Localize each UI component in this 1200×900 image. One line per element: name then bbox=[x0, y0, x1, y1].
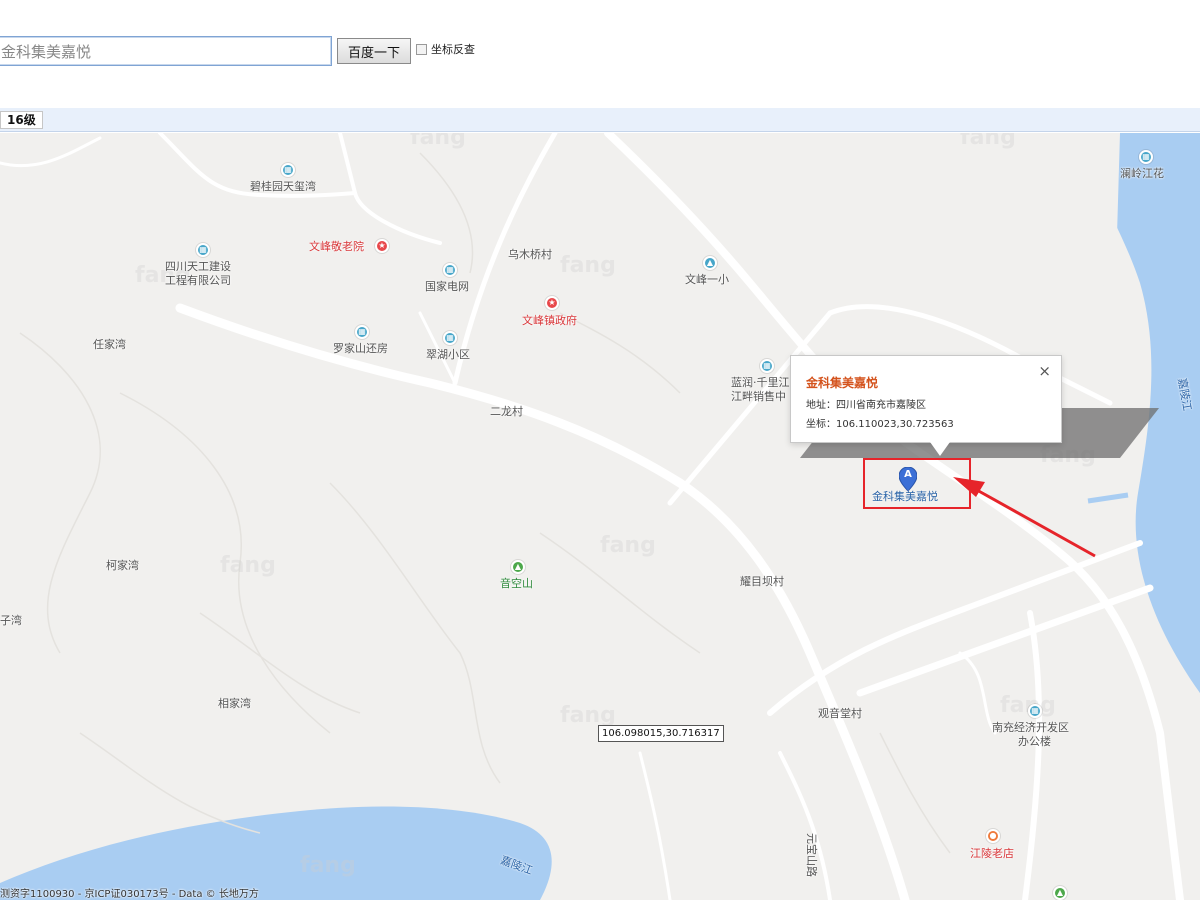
infowindow-tail bbox=[930, 442, 950, 456]
poi-label: 相家湾 bbox=[218, 697, 251, 710]
map-toolbar: 16级 bbox=[0, 108, 1200, 132]
search-bar: 百度一下 坐标反查 bbox=[0, 0, 1200, 108]
grid-poi-icon[interactable]: ▦ bbox=[443, 263, 457, 277]
river-right-mask bbox=[668, 133, 1120, 303]
info-window: 金科集美嘉悦 地址：四川省南充市嘉陵区 坐标：106.110023,30.723… bbox=[790, 355, 1062, 443]
track-9 bbox=[419, 152, 474, 274]
infowindow-title: 金科集美嘉悦 bbox=[806, 376, 879, 390]
reverse-coordinate-checkbox[interactable]: 坐标反查 bbox=[416, 41, 475, 57]
poi-label: 翠湖小区 bbox=[426, 348, 470, 361]
school-poi-icon[interactable]: ▲ bbox=[703, 256, 717, 270]
building-poi-icon[interactable]: ▦ bbox=[281, 163, 295, 177]
poi-label: 文峰镇政府 bbox=[522, 314, 577, 327]
coordinate-readout: 106.098015,30.716317 bbox=[598, 725, 724, 742]
company-poi-icon[interactable]: ▦ bbox=[196, 243, 210, 257]
watermark: fang bbox=[600, 533, 656, 558]
highlight-box bbox=[863, 458, 971, 509]
road-west-2 bbox=[0, 136, 102, 168]
nursing-home-poi-icon[interactable]: ★ bbox=[375, 239, 389, 253]
poi-label: 二龙村 bbox=[490, 405, 523, 418]
road-curve bbox=[778, 751, 832, 900]
government-poi-icon[interactable]: ★ bbox=[545, 296, 559, 310]
track-3 bbox=[329, 482, 501, 784]
mountain-poi-icon[interactable]: ▲ bbox=[511, 560, 525, 574]
poi-label: 乌木桥村 bbox=[508, 248, 552, 261]
checkbox-box[interactable] bbox=[416, 43, 427, 55]
road-south bbox=[1022, 610, 1043, 900]
copyright-text: 测资字1100930 - 京ICP证030173号 - Data © 长地万方 bbox=[0, 889, 259, 900]
poi-label: 工程有限公司 bbox=[165, 274, 231, 287]
poi-label: 观音堂村 bbox=[818, 707, 862, 720]
poi-label: 南充经济开发区 bbox=[992, 721, 1069, 734]
road-small-1 bbox=[638, 751, 672, 900]
park-poi-icon[interactable]: ▲ bbox=[1053, 886, 1067, 900]
close-icon[interactable]: × bbox=[1038, 362, 1051, 380]
watermark: fang bbox=[960, 133, 1016, 150]
infowindow-address: 地址：四川省南充市嘉陵区 bbox=[806, 400, 926, 411]
creek bbox=[1087, 492, 1129, 504]
watermark: fang bbox=[560, 253, 616, 278]
watermark: fang bbox=[300, 853, 356, 878]
search-input[interactable] bbox=[0, 36, 332, 66]
road-east bbox=[856, 584, 1154, 697]
watermark: fang bbox=[410, 133, 466, 150]
track-7 bbox=[79, 732, 261, 834]
map-canvas[interactable]: fang fang fang fang fang fang fang fang … bbox=[0, 133, 1200, 900]
track-5 bbox=[559, 312, 681, 394]
poi-label: 江畔销售中 bbox=[731, 390, 786, 403]
poi-label: 四川天工建设 bbox=[165, 260, 231, 273]
road-label: 元宝山路 bbox=[805, 833, 818, 877]
poi-label: 办公楼 bbox=[1018, 735, 1051, 748]
road-loop bbox=[958, 651, 997, 735]
poi-label: 任家湾 bbox=[93, 338, 126, 351]
poi-label: 柯家湾 bbox=[106, 559, 139, 572]
residence-poi-icon[interactable]: ▦ bbox=[1139, 150, 1153, 164]
watermark: fang bbox=[220, 553, 276, 578]
infowindow-coordinates: 坐标：106.110023,30.723563 bbox=[806, 419, 954, 430]
track-8 bbox=[879, 732, 951, 854]
poi-label: 耀目坝村 bbox=[740, 575, 784, 588]
restaurant-poi-icon[interactable]: ● bbox=[986, 829, 1000, 843]
building-poi-icon[interactable]: ▦ bbox=[355, 325, 369, 339]
poi-label: 子湾 bbox=[0, 614, 22, 627]
office-poi-icon[interactable]: ▦ bbox=[1028, 704, 1042, 718]
poi-label: 澜岭江花 bbox=[1120, 167, 1164, 180]
poi-label: 碧桂园天玺湾 bbox=[250, 180, 316, 193]
poi-label: 江陵老店 bbox=[970, 847, 1014, 860]
search-button[interactable]: 百度一下 bbox=[337, 38, 411, 64]
poi-label: 罗家山还房 bbox=[333, 342, 388, 355]
poi-label: 蓝润·千里江 bbox=[731, 376, 790, 389]
river-right-body bbox=[668, 133, 1200, 900]
checkbox-label: 坐标反查 bbox=[431, 43, 475, 56]
poi-label: 音空山 bbox=[500, 577, 533, 590]
poi-label: 文峰一小 bbox=[685, 273, 729, 286]
map-base bbox=[0, 133, 1200, 900]
zoom-level-label: 16级 bbox=[0, 111, 43, 129]
track-1 bbox=[19, 332, 101, 654]
sales-poi-icon[interactable]: ▦ bbox=[760, 359, 774, 373]
residence-poi-icon[interactable]: ▦ bbox=[443, 331, 457, 345]
poi-label: 国家电网 bbox=[425, 280, 469, 293]
poi-label: 文峰敬老院 bbox=[309, 240, 364, 253]
